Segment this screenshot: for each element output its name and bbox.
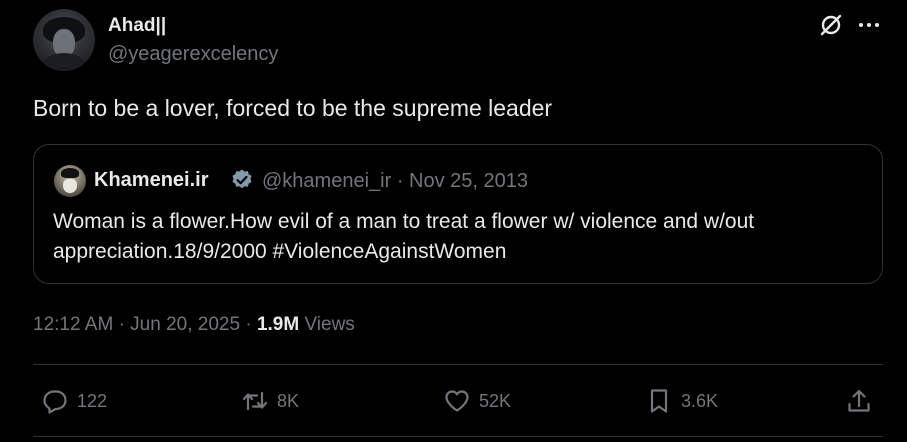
meta-separator: · [118,314,125,335]
share-button[interactable] [845,386,873,416]
verified-icon [232,169,252,189]
quoted-separator: · [396,170,404,192]
like-button[interactable]: 52K [443,386,511,416]
timestamp-row: 12:12 AM · Jun 20, 2025 · 1.9M Views [33,314,355,336]
more-icon[interactable] [856,14,882,36]
bookmark-count: 3.6K [681,390,719,411]
quoted-display-name[interactable]: Khamenei.ir [94,169,208,192]
post-time[interactable]: 12:12 AM [33,314,113,335]
meta-separator-2: · [245,314,252,335]
repost-count: 8K [277,390,300,411]
post-date[interactable]: Jun 20, 2025 [130,314,240,335]
like-icon [445,390,469,412]
divider-bottom [33,436,883,437]
reply-icon [43,390,67,414]
quoted-handle[interactable]: @khamenei_ir [262,170,391,192]
divider-top [33,364,883,365]
quoted-avatar[interactable] [54,165,86,197]
views-label: Views [304,314,355,335]
quoted-date[interactable]: Nov 25, 2013 [409,170,528,192]
quoted-text: Woman is a flower.How evil of a man to t… [53,210,755,263]
quoted-meta: @khamenei_ir · Nov 25, 2013 [262,170,528,193]
bookmark-button[interactable]: 3.6K [645,386,718,416]
reply-button[interactable]: 122 [41,386,107,416]
share-icon [848,389,870,412]
quoted-tweet[interactable]: Khamenei.ir @khamenei_ir · Nov 25, 2013 … [33,144,883,284]
repost-button[interactable]: 8K [241,386,299,416]
grok-icon[interactable] [818,12,844,38]
repost-icon [242,391,268,411]
tweet-detail: Ahad|| @yeagerexcelency Born to be a lov… [0,0,907,442]
tweet-text: Born to be a lover, forced to be the sup… [33,95,553,121]
author-handle[interactable]: @yeagerexcelency [108,43,278,66]
like-count: 52K [479,390,512,411]
bookmark-icon [650,389,668,413]
views-count: 1.9M [256,314,300,335]
avatar[interactable] [33,9,95,71]
reply-count: 122 [77,390,108,411]
author-display-name[interactable]: Ahad|| [108,15,166,37]
